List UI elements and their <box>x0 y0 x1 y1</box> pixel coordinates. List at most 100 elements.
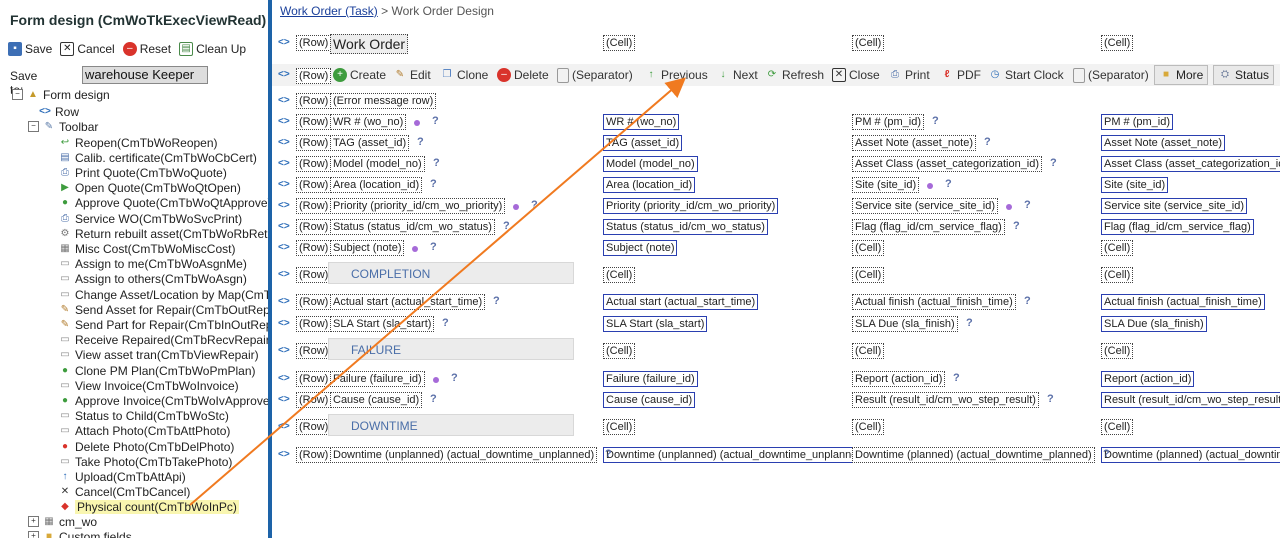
field-cell[interactable]: Failure (failure_id) <box>330 371 425 387</box>
help-icon[interactable]: ? <box>442 317 449 329</box>
row-move-icon[interactable]: <> <box>278 116 294 127</box>
help-icon[interactable]: ? <box>953 372 960 384</box>
toolbar-tree-item[interactable]: ✎ Send Part for Repair(CmTbInOutRep <box>58 317 268 332</box>
row-tag[interactable]: (Row) <box>296 114 332 130</box>
row-move-icon[interactable]: <> <box>278 318 294 329</box>
row-move-icon[interactable]: <> <box>278 137 294 148</box>
field-cell[interactable]: Actual start (actual_start_time) <box>330 294 486 310</box>
toolbar-tree-item[interactable]: ↑ Upload(CmTbAttApi) <box>58 469 186 484</box>
row-tag[interactable]: (Row) <box>296 93 332 109</box>
row-move-icon[interactable]: <> <box>278 373 294 384</box>
design-row[interactable]: <> (Row) TAG (asset_id) TAG (asset_id) Asset… <box>272 134 1280 154</box>
close-button[interactable]: ✕ Close <box>832 67 880 83</box>
help-icon[interactable]: ? <box>1103 448 1110 460</box>
design-row[interactable]: <> (Row) Status (status_id/cm_wo_status) St… <box>272 218 1280 238</box>
help-icon[interactable]: ? <box>1024 295 1031 307</box>
refresh-button[interactable]: ⟳ Refresh <box>765 67 824 83</box>
field-cell[interactable]: SLA Start (sla_start) <box>330 316 435 332</box>
tree-node-row[interactable]: <> Row <box>38 104 79 119</box>
field-cell[interactable]: Actual finish (actual_finish_time) <box>1101 294 1265 310</box>
row-move-icon[interactable]: <> <box>278 37 294 48</box>
expand-icon[interactable]: + <box>28 516 39 527</box>
row-tag[interactable]: (Row) <box>296 392 332 408</box>
field-cell[interactable]: Result (result_id/cm_wo_step_result) <box>852 392 1039 408</box>
toolbar-tree-item[interactable]: ▭ View asset tran(CmTbViewRepair) <box>58 348 258 363</box>
field-cell[interactable]: Subject (note) <box>330 240 405 256</box>
cell-placeholder[interactable]: (Cell) <box>603 419 636 435</box>
collapse-icon[interactable]: − <box>28 121 39 132</box>
reset-button[interactable]: – Reset <box>122 40 171 58</box>
clone-button[interactable]: ❐ Clone <box>440 67 489 83</box>
row-move-icon[interactable]: <> <box>278 421 294 432</box>
breadcrumb-link-work-order[interactable]: Work Order (Task) <box>280 4 378 18</box>
toolbar-tree-item[interactable]: ▦ Misc Cost(CmTbWoMiscCost) <box>58 241 235 256</box>
row-tag[interactable]: (Row) <box>296 68 332 84</box>
field-cell[interactable]: Result (result_id/cm_wo_step_result) <box>1101 392 1280 408</box>
design-row[interactable]: <> (Row) SLA Start (sla_start) SLA Start (s… <box>272 315 1280 335</box>
row-move-icon[interactable]: <> <box>278 449 294 460</box>
row-tag[interactable]: (Row) <box>296 343 332 359</box>
help-icon[interactable]: ? <box>417 136 424 148</box>
field-cell[interactable]: PM # (pm_id) <box>1101 114 1174 130</box>
design-row[interactable]: <> (Row) WR # (wo_no) WR # (wo_no) PM # (pm_… <box>272 113 1280 133</box>
edit-button[interactable]: ✎ Edit <box>393 67 431 83</box>
row-move-icon[interactable]: <> <box>278 394 294 405</box>
toolbar-tree-item[interactable]: ● Delete Photo(CmTbDelPhoto) <box>58 439 234 454</box>
toolbar-tree-item[interactable]: ✎ Send Asset for Repair(CmTbOutRepa <box>58 302 268 317</box>
cell-placeholder[interactable]: (Cell) <box>1101 419 1134 435</box>
design-row[interactable]: <> (Row) Model (model_no) Model (model_no) A… <box>272 155 1280 175</box>
help-icon[interactable]: ? <box>984 136 991 148</box>
clean-up-button[interactable]: ▤ Clean Up <box>179 40 246 58</box>
design-row[interactable]: <> (Row) Failure (failure_id) Failure (fail… <box>272 370 1280 390</box>
field-cell[interactable]: Site (site_id) <box>852 177 920 193</box>
field-cell[interactable]: WR # (wo_no) <box>603 114 680 130</box>
header-title-cell[interactable]: Work Order <box>330 34 409 54</box>
toolbar-tree-item[interactable]: ● Clone PM Plan(CmTbWoPmPlan) <box>58 363 256 378</box>
row-tag[interactable]: (Row) <box>296 177 332 193</box>
cancel-button[interactable]: ✕ Cancel <box>60 40 115 58</box>
field-cell[interactable]: Downtime (planned) (actual_downtim <box>1101 447 1280 463</box>
toolbar-tree-item[interactable]: ◆ Physical count(CmTbWoInPc) <box>58 500 239 515</box>
toolbar-tree-item[interactable]: ▭ Take Photo(CmTbTakePhoto) <box>58 454 232 469</box>
tree-node-cm-wo[interactable]: + ▦ cm_wo <box>28 514 97 529</box>
row-tag[interactable]: (Row) <box>296 419 332 435</box>
help-icon[interactable]: ? <box>932 115 939 127</box>
toolbar-tree-item[interactable]: ⚙ Return rebuilt asset(CmTbWoRbRetu <box>58 226 268 241</box>
separator-item[interactable]: (Separator) <box>557 67 633 83</box>
tree-node-form-design[interactable]: − ▲ Form design <box>12 87 110 102</box>
design-row[interactable]: <> (Row) COMPLETION (Cell) (Cell) (Cell) <box>272 262 1280 286</box>
section-header-failure[interactable]: FAILURE <box>328 338 574 360</box>
field-cell[interactable]: Status (status_id/cm_wo_status) <box>603 219 768 235</box>
row-move-icon[interactable]: <> <box>278 95 294 106</box>
toolbar-tree-item[interactable]: ✕ Cancel(CmTbCancel) <box>58 485 191 500</box>
field-cell[interactable]: Report (action_id) <box>852 371 946 387</box>
toolbar-tree-item[interactable]: ● Approve Quote(CmTbWoQtApprove) <box>58 196 268 211</box>
toolbar-tree-item[interactable]: ⎙ Service WO(CmTbWoSvcPrint) <box>58 211 242 226</box>
cell-placeholder[interactable]: (Cell) <box>603 343 636 359</box>
field-cell[interactable]: TAG (asset_id) <box>330 135 410 151</box>
help-icon[interactable]: ? <box>605 448 612 460</box>
field-cell[interactable]: Asset Class (asset_categorization_id) <box>1101 156 1280 172</box>
design-row[interactable]: <> (Row) Downtime (unplanned) (actual_down… <box>272 446 1280 466</box>
row-move-icon[interactable]: <> <box>278 221 294 232</box>
cell-placeholder[interactable]: (Cell) <box>603 35 636 51</box>
field-cell[interactable]: Area (location_id) <box>330 177 423 193</box>
field-cell[interactable]: Service site (service_site_id) <box>1101 198 1247 214</box>
save-button[interactable]: ▪ Save <box>8 40 52 58</box>
cell-placeholder[interactable]: (Cell) <box>852 419 885 435</box>
field-cell[interactable]: SLA Due (sla_finish) <box>1101 316 1207 332</box>
more-menu-button[interactable]: ■ More <box>1154 65 1209 85</box>
field-cell[interactable]: SLA Due (sla_finish) <box>852 316 958 332</box>
row-move-icon[interactable]: <> <box>278 179 294 190</box>
help-icon[interactable]: ? <box>503 220 510 232</box>
help-icon[interactable]: ? <box>493 295 500 307</box>
help-icon[interactable]: ? <box>1047 393 1054 405</box>
field-cell[interactable]: Flag (flag_id/cm_service_flag) <box>852 219 1005 235</box>
row-move-icon[interactable]: <> <box>278 242 294 253</box>
row-move-icon[interactable]: <> <box>278 345 294 356</box>
design-row[interactable]: <> (Row) DOWNTIME (Cell) (Cell) (Cell) <box>272 414 1280 438</box>
field-cell[interactable]: SLA Start (sla_start) <box>603 316 708 332</box>
design-row[interactable]: <> (Row) Area (location_id) Area (location_… <box>272 176 1280 196</box>
status-menu-button[interactable]: ⛭ Status <box>1213 65 1275 85</box>
toolbar-tree-item[interactable]: ⎙ Print Quote(CmTbWoQuote) <box>58 165 227 180</box>
